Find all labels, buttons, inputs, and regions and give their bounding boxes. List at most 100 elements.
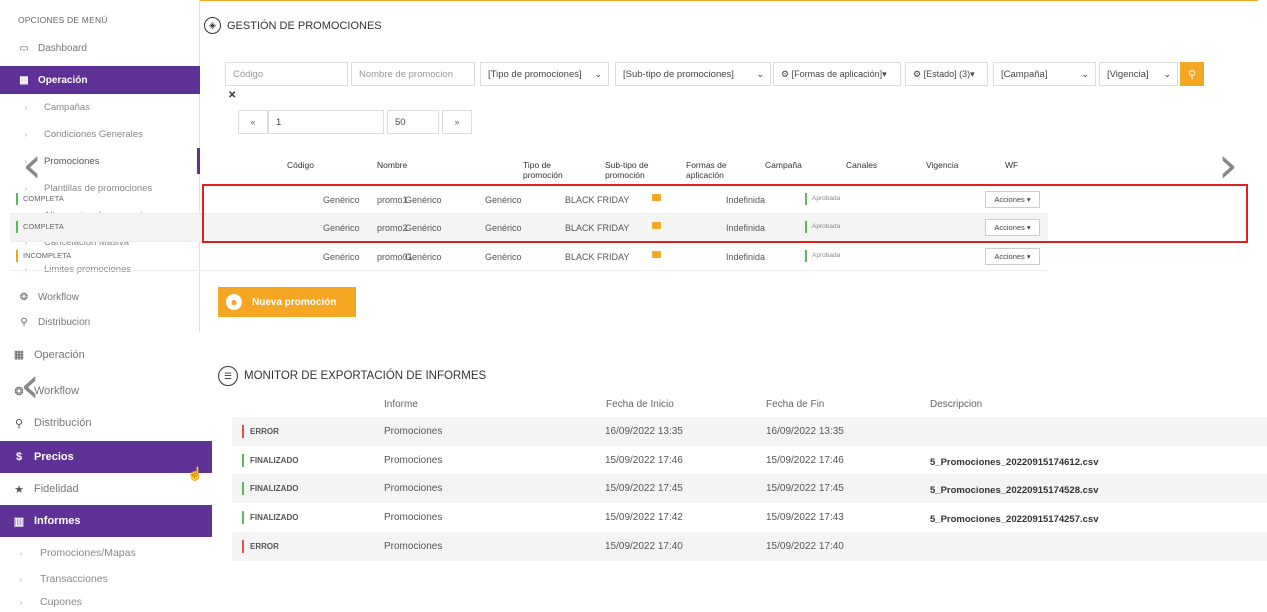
cell-fin: 15/09/2022 17:45 xyxy=(766,483,844,494)
chevron-down-icon: ⌄ xyxy=(1081,68,1089,79)
sidebar-item-label: Transacciones xyxy=(40,573,108,585)
sidebar-item-operacion[interactable]: ▦ Operación xyxy=(0,66,200,94)
chevron-down-icon: ⌄ xyxy=(1163,68,1171,79)
chevron-right-icon: › xyxy=(19,597,23,607)
campana-select[interactable]: [Campaña] ⌄ xyxy=(993,62,1096,86)
grid-icon: ▦ xyxy=(19,74,29,86)
cell-informe: Promociones xyxy=(384,455,443,466)
cell-descripcion[interactable]: 5_Promociones_20220915174612.csv xyxy=(930,457,1099,468)
col-formas: Formas de aplicación xyxy=(686,160,727,180)
col-subtipo: Sub-tipo de promoción xyxy=(605,160,649,180)
report-row[interactable]: FINALIZADO Promociones 15/09/2022 17:42 … xyxy=(232,503,1267,532)
sidebar-item-label: Workflow xyxy=(38,291,79,303)
first-page-button[interactable]: « xyxy=(238,110,268,134)
status-badge: COMPLETA xyxy=(16,193,64,205)
monitor-title: MONITOR DE EXPORTACIÓN DE INFORMES xyxy=(244,370,487,382)
cell-informe: Promociones xyxy=(384,541,443,552)
cell-descripcion[interactable]: 5_Promociones_20220915174528.csv xyxy=(930,485,1099,496)
sidebar-item-distribucion[interactable]: ⚲ Distribucion xyxy=(0,313,200,332)
chevron-left-icon[interactable]: ‹ xyxy=(22,140,42,190)
nueva-promocion-button[interactable]: ● Nueva promoción xyxy=(218,287,356,317)
last-page-button[interactable]: » xyxy=(442,110,472,134)
cell-vigencia: Indefinida xyxy=(726,252,766,262)
col-descripcion: Descripcion xyxy=(930,399,983,410)
cell-formas: Genérico xyxy=(485,252,522,262)
page-size-input[interactable]: 50 xyxy=(387,110,439,134)
sidebar-item-transacciones[interactable]: › Transacciones xyxy=(0,566,212,592)
report-row[interactable]: FINALIZADO Promociones 15/09/2022 17:45 … xyxy=(232,474,1267,503)
status-badge: ERROR xyxy=(242,425,279,438)
report-row[interactable]: FINALIZADO Promociones 15/09/2022 17:46 … xyxy=(232,446,1267,475)
codigo-input[interactable]: Código xyxy=(225,62,348,86)
cell-inicio: 15/09/2022 17:46 xyxy=(605,455,683,466)
chevron-left-icon[interactable]: ‹ xyxy=(20,360,40,410)
vigencia-select-value: [Vigencia] xyxy=(1107,68,1149,80)
col-tipo: Tipo de promoción xyxy=(523,160,563,180)
cell-fin: 16/09/2022 13:35 xyxy=(766,426,844,437)
report-row[interactable]: ERROR Promociones 16/09/2022 13:35 16/09… xyxy=(232,417,1267,446)
col-nombre: Nombre xyxy=(377,160,408,170)
pin-icon: ⚲ xyxy=(20,317,28,328)
nueva-promocion-label: Nueva promoción xyxy=(252,296,337,308)
sidebar-item-workflow[interactable]: ❂ Workflow xyxy=(0,284,200,310)
clear-filters-button[interactable]: ✕ xyxy=(228,90,236,101)
estado-label: [Estado] (3) xyxy=(923,68,971,79)
sidebar-item-label: Operación xyxy=(38,74,88,86)
search-button[interactable]: ⚲ xyxy=(1180,62,1204,86)
sidebar-item-informes[interactable]: ▥ Informes xyxy=(0,505,212,537)
report-row[interactable]: ERROR Promociones 15/09/2022 17:40 15/09… xyxy=(232,532,1267,561)
vigencia-select[interactable]: [Vigencia] ⌄ xyxy=(1099,62,1178,86)
sidebar-item-label: Distribucion xyxy=(38,317,91,328)
status-badge: FINALIZADO xyxy=(242,511,298,524)
sidebar-item-label: Condiciones Generales xyxy=(44,128,143,140)
sidebar-item-fidelidad[interactable]: ★ Fidelidad xyxy=(0,473,212,505)
highlight-box xyxy=(202,184,1248,243)
status-badge: FINALIZADO xyxy=(242,454,298,467)
sidebar-item-promociones-mapas[interactable]: › Promociones/Mapas xyxy=(0,540,212,566)
monitor-icon: ▭ xyxy=(19,42,29,54)
chevron-down-icon: ⌄ xyxy=(594,68,602,79)
sidebar-item-label: Cupones xyxy=(40,596,83,608)
cell-campana: BLACK FRIDAY xyxy=(565,252,630,262)
sidebar-item-dashboard[interactable]: ▭ Dashboard xyxy=(0,35,200,61)
sidebar-item-label: Precios xyxy=(34,451,74,463)
formas-label: [Formas de aplicación] xyxy=(791,68,883,79)
cell-subtipo: Genérico xyxy=(405,252,442,262)
acciones-button[interactable]: Acciones ▾ xyxy=(985,248,1040,265)
subtipo-select-value: [Sub-tipo de promociones] xyxy=(623,68,734,80)
plus-icon: ● xyxy=(226,294,242,310)
cell-fin: 15/09/2022 17:46 xyxy=(766,455,844,466)
chevron-right-icon[interactable]: › xyxy=(1218,140,1238,190)
sidebar-item-label: Dashboard xyxy=(38,42,87,54)
nombre-input[interactable]: Nombre de promocion xyxy=(351,62,475,86)
cell-inicio: 15/09/2022 17:45 xyxy=(605,483,683,494)
cell-descripcion[interactable]: 5_Promociones_20220915174257.csv xyxy=(930,514,1099,525)
col-codigo: Código xyxy=(287,160,314,170)
estado-select-value: ⚙ [Estado] (3)▾ xyxy=(913,68,975,79)
col-campana: Campaña xyxy=(765,160,802,170)
tipo-select[interactable]: [Tipo de promociones] ⌄ xyxy=(480,62,609,86)
col-canales: Canales xyxy=(846,160,878,170)
hand-cursor-icon: ☝ xyxy=(187,466,204,481)
cell-fin: 15/09/2022 17:40 xyxy=(766,541,844,552)
sliders-icon: ☰ xyxy=(218,366,238,386)
cell-informe: Promociones xyxy=(384,426,443,437)
search-icon: ⚲ xyxy=(1187,68,1197,81)
table-row[interactable]: INCOMPLETA promo01 Genérico Genérico Gen… xyxy=(10,243,1048,271)
pin-icon: ⚲ xyxy=(14,417,24,430)
sidebar-item-campanas[interactable]: › Campañas xyxy=(0,94,200,120)
sidebar-item-cupones[interactable]: › Cupones xyxy=(0,592,212,612)
formas-select[interactable]: ⚙ [Formas de aplicación]▾ xyxy=(773,62,901,86)
cell-informe: Promociones xyxy=(384,483,443,494)
dollar-icon: $ xyxy=(15,451,23,463)
campana-select-value: [Campaña] xyxy=(1001,68,1048,80)
gear-icon: ❂ xyxy=(19,291,29,303)
formas-select-value: ⚙ [Formas de aplicación]▾ xyxy=(781,68,887,79)
chevron-down-icon: ⌄ xyxy=(756,68,764,79)
page-title: GESTIÓN DE PROMOCIONES xyxy=(227,19,382,32)
page-input[interactable]: 1 xyxy=(268,110,384,134)
sidebar-item-precios[interactable]: $ Precios xyxy=(0,441,212,473)
estado-select[interactable]: ⚙ [Estado] (3)▾ xyxy=(905,62,988,86)
bar-chart-icon: ▥ xyxy=(13,515,25,528)
subtipo-select[interactable]: [Sub-tipo de promociones] ⌄ xyxy=(615,62,771,86)
